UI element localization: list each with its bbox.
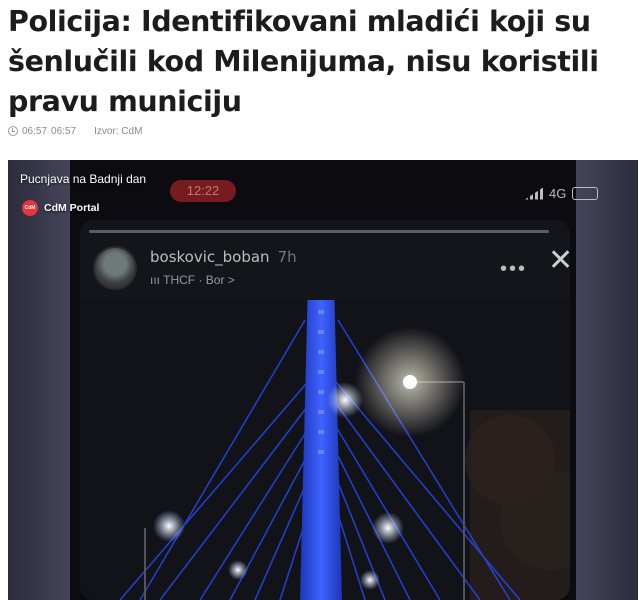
story-music: ııı THCF · Bor > (150, 273, 235, 287)
article-meta: 06:57 06:57 Izvor: CdM (8, 124, 142, 138)
more-horizontal-icon: ••• (500, 258, 528, 280)
video-player[interactable]: 12:22 4G boskovic_boban 7h ııı THCF · Bor… (8, 160, 638, 600)
story-frame: boskovic_boban 7h ııı THCF · Bor > ••• ✕ (80, 220, 570, 600)
channel-logo: CdM (22, 200, 38, 216)
battery-icon (572, 187, 599, 200)
video-blur-right (576, 160, 638, 600)
channel-name[interactable]: CdM Portal (44, 202, 99, 214)
video-frame-phone-screen: 12:22 4G boskovic_boban 7h ııı THCF · Bor… (70, 160, 599, 600)
video-title[interactable]: Pucnjava na Badnji dan (20, 172, 146, 186)
story-avatar (93, 246, 137, 290)
clock-icon (8, 126, 18, 136)
close-icon: ✕ (548, 244, 570, 277)
signal-icon (525, 187, 543, 200)
network-label: 4G (549, 186, 567, 201)
story-username-text: boskovic_boban (150, 248, 270, 266)
story-age: 7h (277, 248, 297, 266)
publish-time: 06:57 (22, 125, 48, 137)
story-progress (89, 230, 549, 233)
article-headline: Policija: Identifikovani mladići koji su… (8, 5, 599, 118)
video-blur-left (8, 160, 70, 600)
update-time: 06:57 (51, 125, 77, 137)
article-source: Izvor: CdM (94, 125, 143, 137)
story-username: boskovic_boban 7h (150, 248, 297, 266)
phone-clock: 12:22 (170, 180, 236, 202)
video-channel[interactable]: CdM CdM Portal (22, 200, 99, 216)
phone-status-bar: 4G (525, 186, 599, 201)
bridge-night-scene (80, 300, 570, 600)
